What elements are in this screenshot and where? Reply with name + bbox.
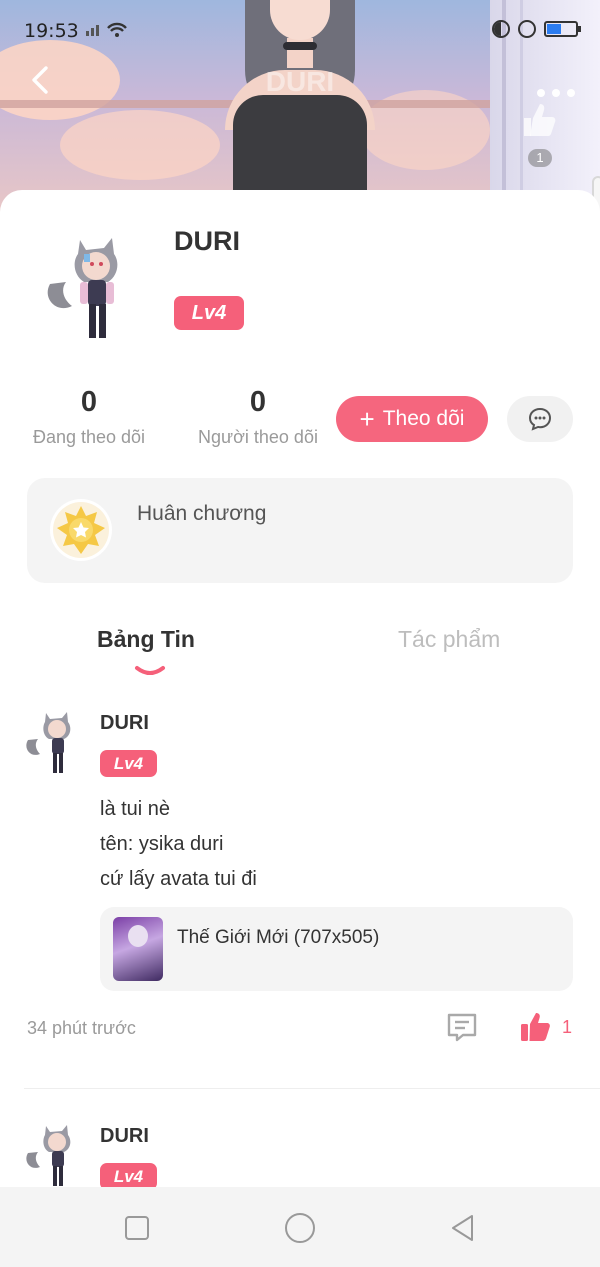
medal-section[interactable]: Huân chương (27, 478, 573, 583)
profile-like-count: 1 (528, 149, 552, 167)
post-author-name[interactable]: DURI (100, 712, 149, 735)
post-timestamp: 34 phút trước (27, 1018, 136, 1038)
tab-feed[interactable]: Bảng Tin (97, 626, 195, 653)
status-right-icons (492, 20, 581, 38)
comment-icon (447, 1013, 477, 1042)
status-bar: 19:53 (0, 0, 600, 60)
attachment-thumbnail (113, 917, 163, 981)
chat-bubble-icon (528, 407, 552, 431)
medal-label: Huân chương (137, 502, 267, 525)
following-count: 0 (80, 386, 98, 418)
banner-cloud (60, 110, 220, 180)
post-body: là tui nè tên: ysika duri cứ lấy avata t… (100, 792, 257, 897)
data-saver-icon (492, 20, 510, 38)
post-attachment[interactable]: Thế Giới Mới (707x505) (100, 907, 573, 991)
profile-card: DURI Lv4 0 Đang theo dõi 0 Người theo dõ… (0, 190, 600, 1190)
post-level-badge: Lv4 (100, 750, 157, 777)
profile-like-button[interactable]: 1 (517, 100, 563, 170)
post-author-name[interactable]: DURI (100, 1125, 149, 1148)
profile-tabs: Bảng Tin Tác phẩm (0, 626, 600, 676)
like-count: 1 (562, 1017, 573, 1037)
signal-wifi-icon (84, 20, 130, 41)
circle-icon (285, 1213, 315, 1243)
recent-apps-button[interactable] (120, 1211, 154, 1245)
battery-icon (544, 21, 581, 37)
post-line: là tui nè (100, 798, 171, 820)
post-author-avatar[interactable] (24, 1123, 80, 1189)
followers-stat[interactable]: 0 Người theo dõi (190, 386, 326, 448)
message-button[interactable] (507, 396, 573, 442)
post-divider (24, 1088, 600, 1089)
more-dots-icon (537, 89, 575, 97)
profile-name: DURI (174, 226, 240, 256)
banner-title: DURI (265, 66, 335, 97)
active-tab-indicator (135, 666, 165, 675)
post-level-badge: Lv4 (100, 1163, 157, 1190)
followers-label: Người theo dõi (198, 427, 318, 447)
thumbs-up-icon (521, 1013, 550, 1041)
like-button[interactable] (519, 1010, 553, 1044)
system-nav-bar (0, 1187, 600, 1267)
plus-icon: + (359, 404, 375, 434)
following-label: Đang theo dõi (32, 427, 146, 447)
triangle-back-icon (452, 1215, 473, 1241)
rotation-lock-icon (518, 20, 536, 38)
follow-label: Theo dõi (382, 407, 465, 430)
post-line: tên: ysika duri (100, 833, 224, 855)
status-time: 19:53 (24, 20, 79, 42)
post-author-avatar[interactable] (24, 710, 80, 776)
level-badge: Lv4 (174, 296, 244, 330)
comment-button[interactable] (445, 1010, 479, 1044)
medal-icon (50, 499, 112, 561)
tab-works[interactable]: Tác phẩm (398, 626, 500, 653)
home-button[interactable] (283, 1211, 317, 1245)
square-icon (125, 1216, 149, 1240)
avatar[interactable] (44, 236, 134, 346)
follow-button[interactable]: + Theo dõi (336, 396, 488, 442)
attachment-title: Thế Giới Mới (707x505) (177, 927, 380, 948)
profile-banner: 19:53 DURI 1 (0, 0, 600, 215)
thumbs-up-icon (524, 104, 556, 136)
system-back-button[interactable] (446, 1211, 480, 1245)
post-line: cứ lấy avata tui đi (100, 868, 257, 890)
following-stat[interactable]: 0 Đang theo dõi (24, 386, 154, 448)
followers-count: 0 (249, 386, 267, 418)
